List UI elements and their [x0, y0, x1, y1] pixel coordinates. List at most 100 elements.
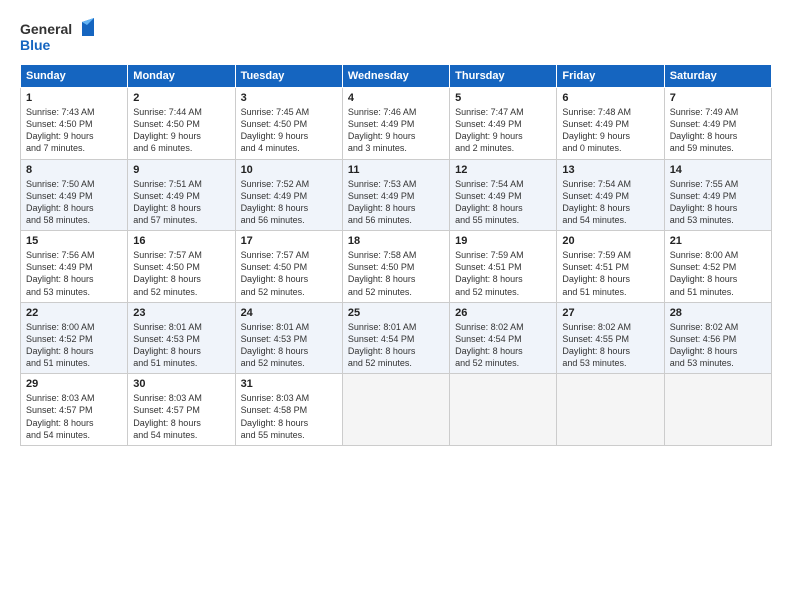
logo: General Blue — [20, 18, 100, 58]
day-number: 26 — [455, 307, 551, 319]
calendar-cell: 21 Sunrise: 8:00 AM Sunset: 4:52 PM Dayli… — [664, 231, 771, 303]
day-number: 24 — [241, 307, 337, 319]
calendar-cell: 5 Sunrise: 7:47 AM Sunset: 4:49 PM Daylig… — [450, 88, 557, 160]
day-number: 14 — [670, 164, 766, 176]
day-header-wednesday: Wednesday — [342, 65, 449, 88]
calendar-cell: 16 Sunrise: 7:57 AM Sunset: 4:50 PM Dayli… — [128, 231, 235, 303]
calendar-cell: 24 Sunrise: 8:01 AM Sunset: 4:53 PM Dayli… — [235, 302, 342, 374]
day-number: 7 — [670, 92, 766, 104]
calendar-week-row: 29 Sunrise: 8:03 AM Sunset: 4:57 PM Dayli… — [21, 374, 772, 446]
cell-content: Sunrise: 7:44 AM Sunset: 4:50 PM Dayligh… — [133, 106, 229, 155]
cell-content: Sunrise: 8:01 AM Sunset: 4:54 PM Dayligh… — [348, 321, 444, 370]
svg-text:General: General — [20, 21, 72, 37]
calendar-week-row: 1Sunrise: 7:43 AM Sunset: 4:50 PM Daylig… — [21, 88, 772, 160]
header: General Blue — [20, 18, 772, 58]
day-number: 17 — [241, 235, 337, 247]
logo-svg: General Blue — [20, 18, 100, 58]
day-number: 25 — [348, 307, 444, 319]
day-header-tuesday: Tuesday — [235, 65, 342, 88]
day-number: 16 — [133, 235, 229, 247]
day-number: 9 — [133, 164, 229, 176]
calendar-cell: 31 Sunrise: 8:03 AM Sunset: 4:58 PM Dayli… — [235, 374, 342, 446]
cell-content: Sunrise: 7:49 AM Sunset: 4:49 PM Dayligh… — [670, 106, 766, 155]
cell-content: Sunrise: 8:02 AM Sunset: 4:55 PM Dayligh… — [562, 321, 658, 370]
calendar-cell: 3 Sunrise: 7:45 AM Sunset: 4:50 PM Daylig… — [235, 88, 342, 160]
calendar-cell: 28 Sunrise: 8:02 AM Sunset: 4:56 PM Dayli… — [664, 302, 771, 374]
day-number: 22 — [26, 307, 122, 319]
day-number: 23 — [133, 307, 229, 319]
svg-text:Blue: Blue — [20, 37, 51, 53]
calendar-cell: 10Sunrise: 7:52 AM Sunset: 4:49 PM Dayli… — [235, 159, 342, 231]
calendar-cell: 27Sunrise: 8:02 AM Sunset: 4:55 PM Dayli… — [557, 302, 664, 374]
calendar-cell: 1Sunrise: 7:43 AM Sunset: 4:50 PM Daylig… — [21, 88, 128, 160]
calendar-cell: 30 Sunrise: 8:03 AM Sunset: 4:57 PM Dayli… — [128, 374, 235, 446]
cell-content: Sunrise: 7:56 AM Sunset: 4:49 PM Dayligh… — [26, 249, 122, 298]
cell-content: Sunrise: 7:48 AM Sunset: 4:49 PM Dayligh… — [562, 106, 658, 155]
calendar-cell: 2 Sunrise: 7:44 AM Sunset: 4:50 PM Daylig… — [128, 88, 235, 160]
calendar-cell — [450, 374, 557, 446]
calendar-cell: 13Sunrise: 7:54 AM Sunset: 4:49 PM Dayli… — [557, 159, 664, 231]
cell-content: Sunrise: 7:53 AM Sunset: 4:49 PM Dayligh… — [348, 178, 444, 227]
day-number: 10 — [241, 164, 337, 176]
day-header-thursday: Thursday — [450, 65, 557, 88]
calendar-cell — [557, 374, 664, 446]
cell-content: Sunrise: 8:03 AM Sunset: 4:57 PM Dayligh… — [133, 392, 229, 441]
day-number: 5 — [455, 92, 551, 104]
day-number: 21 — [670, 235, 766, 247]
calendar-cell: 22 Sunrise: 8:00 AM Sunset: 4:52 PM Dayli… — [21, 302, 128, 374]
calendar-week-row: 8 Sunrise: 7:50 AM Sunset: 4:49 PM Daylig… — [21, 159, 772, 231]
calendar-cell: 26Sunrise: 8:02 AM Sunset: 4:54 PM Dayli… — [450, 302, 557, 374]
day-number: 30 — [133, 378, 229, 390]
day-number: 19 — [455, 235, 551, 247]
day-number: 20 — [562, 235, 658, 247]
cell-content: Sunrise: 7:43 AM Sunset: 4:50 PM Dayligh… — [26, 106, 122, 155]
cell-content: Sunrise: 7:55 AM Sunset: 4:49 PM Dayligh… — [670, 178, 766, 227]
day-header-monday: Monday — [128, 65, 235, 88]
calendar-cell: 11 Sunrise: 7:53 AM Sunset: 4:49 PM Dayli… — [342, 159, 449, 231]
calendar-cell: 7 Sunrise: 7:49 AM Sunset: 4:49 PM Daylig… — [664, 88, 771, 160]
cell-content: Sunrise: 7:45 AM Sunset: 4:50 PM Dayligh… — [241, 106, 337, 155]
cell-content: Sunrise: 8:00 AM Sunset: 4:52 PM Dayligh… — [26, 321, 122, 370]
day-number: 29 — [26, 378, 122, 390]
cell-content: Sunrise: 7:59 AM Sunset: 4:51 PM Dayligh… — [562, 249, 658, 298]
cell-content: Sunrise: 8:03 AM Sunset: 4:58 PM Dayligh… — [241, 392, 337, 441]
calendar-cell: 15 Sunrise: 7:56 AM Sunset: 4:49 PM Dayli… — [21, 231, 128, 303]
day-header-friday: Friday — [557, 65, 664, 88]
calendar-cell: 25 Sunrise: 8:01 AM Sunset: 4:54 PM Dayli… — [342, 302, 449, 374]
calendar-cell — [342, 374, 449, 446]
day-number: 13 — [562, 164, 658, 176]
calendar-header-row: SundayMondayTuesdayWednesdayThursdayFrid… — [21, 65, 772, 88]
cell-content: Sunrise: 8:01 AM Sunset: 4:53 PM Dayligh… — [241, 321, 337, 370]
day-number: 3 — [241, 92, 337, 104]
calendar-cell: 29 Sunrise: 8:03 AM Sunset: 4:57 PM Dayli… — [21, 374, 128, 446]
cell-content: Sunrise: 8:00 AM Sunset: 4:52 PM Dayligh… — [670, 249, 766, 298]
calendar-cell: 12Sunrise: 7:54 AM Sunset: 4:49 PM Dayli… — [450, 159, 557, 231]
day-number: 8 — [26, 164, 122, 176]
page: General Blue SundayMondayTuesdayWednesda… — [0, 0, 792, 612]
day-number: 15 — [26, 235, 122, 247]
calendar-week-row: 15 Sunrise: 7:56 AM Sunset: 4:49 PM Dayli… — [21, 231, 772, 303]
cell-content: Sunrise: 7:46 AM Sunset: 4:49 PM Dayligh… — [348, 106, 444, 155]
calendar-table: SundayMondayTuesdayWednesdayThursdayFrid… — [20, 64, 772, 446]
calendar-cell: 6 Sunrise: 7:48 AM Sunset: 4:49 PM Daylig… — [557, 88, 664, 160]
calendar-cell: 4 Sunrise: 7:46 AM Sunset: 4:49 PM Daylig… — [342, 88, 449, 160]
cell-content: Sunrise: 8:01 AM Sunset: 4:53 PM Dayligh… — [133, 321, 229, 370]
calendar-cell: 9Sunrise: 7:51 AM Sunset: 4:49 PM Daylig… — [128, 159, 235, 231]
calendar-cell: 17 Sunrise: 7:57 AM Sunset: 4:50 PM Dayli… — [235, 231, 342, 303]
day-number: 4 — [348, 92, 444, 104]
cell-content: Sunrise: 8:03 AM Sunset: 4:57 PM Dayligh… — [26, 392, 122, 441]
day-number: 11 — [348, 164, 444, 176]
cell-content: Sunrise: 7:50 AM Sunset: 4:49 PM Dayligh… — [26, 178, 122, 227]
calendar-cell: 8 Sunrise: 7:50 AM Sunset: 4:49 PM Daylig… — [21, 159, 128, 231]
day-header-saturday: Saturday — [664, 65, 771, 88]
cell-content: Sunrise: 7:59 AM Sunset: 4:51 PM Dayligh… — [455, 249, 551, 298]
day-number: 2 — [133, 92, 229, 104]
day-number: 6 — [562, 92, 658, 104]
cell-content: Sunrise: 7:57 AM Sunset: 4:50 PM Dayligh… — [133, 249, 229, 298]
cell-content: Sunrise: 7:47 AM Sunset: 4:49 PM Dayligh… — [455, 106, 551, 155]
day-number: 28 — [670, 307, 766, 319]
cell-content: Sunrise: 7:57 AM Sunset: 4:50 PM Dayligh… — [241, 249, 337, 298]
cell-content: Sunrise: 8:02 AM Sunset: 4:56 PM Dayligh… — [670, 321, 766, 370]
day-header-sunday: Sunday — [21, 65, 128, 88]
day-number: 31 — [241, 378, 337, 390]
